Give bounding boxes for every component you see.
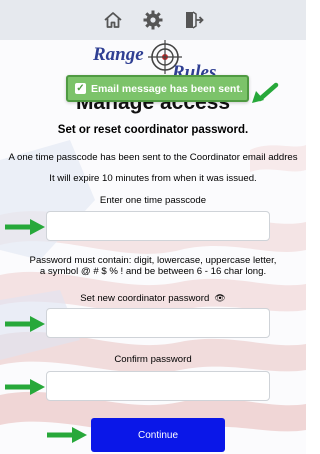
confirm-password-label: Confirm password (114, 354, 192, 365)
arrow-icon-confirm (5, 379, 45, 395)
eye-icon[interactable]: 👁 (214, 292, 225, 304)
page-subtitle: Set or reset coordinator password. (57, 124, 249, 136)
passcode-sent-info: A one time passcode has been sent to the… (8, 152, 298, 163)
new-password-label: Set new coordinator password 👁 (0, 292, 306, 305)
confirm-password-input[interactable] (46, 371, 270, 401)
arrow-icon-toast (252, 82, 279, 103)
arrow-icon-passcode (5, 219, 45, 235)
email-sent-toast: ✓ Email message has been sent. (66, 75, 249, 102)
continue-button[interactable]: Continue (91, 418, 225, 452)
arrow-icon-continue (47, 427, 87, 443)
passcode-label: Enter one time passcode (99, 195, 207, 206)
new-password-input[interactable] (46, 308, 270, 338)
passcode-input[interactable] (46, 211, 270, 241)
toast-message: Email message has been sent. (91, 82, 243, 95)
expiry-info: It will expire 10 minutes from when it w… (49, 173, 257, 184)
checkbox-icon: ✓ (75, 83, 86, 94)
arrow-icon-new-password (5, 316, 45, 332)
password-rules-line2: a symbol @ # $ % ! and be between 6 - 16… (39, 266, 267, 277)
new-password-label-text: Set new coordinator password (80, 293, 210, 304)
